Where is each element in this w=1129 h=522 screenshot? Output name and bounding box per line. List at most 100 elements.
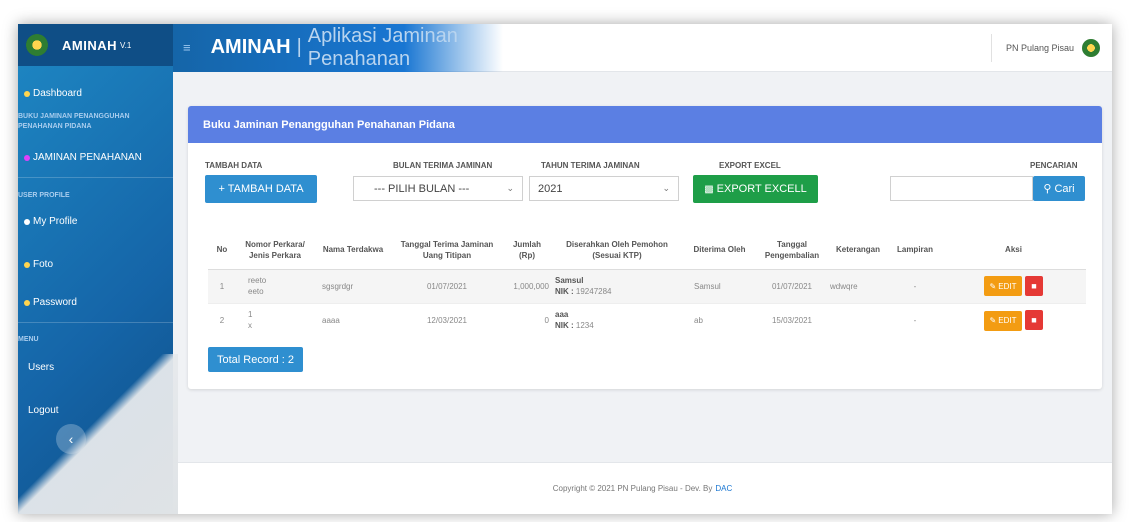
col-header-keterangan: Keterangan [827,231,889,270]
chevron-down-icon: ⌄ [662,183,670,193]
cell-lampiran: - [889,302,941,337]
excel-file-icon: ▩ [704,183,714,195]
sidebar-header-label: USER PROFILE [18,192,70,199]
delete-button[interactable]: ■ [1025,310,1043,330]
nik-value: 19247284 [575,287,612,296]
dashboard-icon [24,90,30,97]
cell-jumlah: 1,000,000 [502,268,552,303]
edit-icon: ✎ [989,316,997,325]
sidebar-item-logout[interactable]: Logout [18,405,173,416]
col-header-aksi: Aksi [941,231,1086,270]
navbar-title-area: ≡ AMINAH | Aplikasi Jaminan Penahanan [173,24,503,72]
nomor-perkara: 1 [248,310,253,320]
pemohon-name: Samsul [555,276,584,285]
sidebar-item-label: Users [28,362,55,373]
nomor-perkara: reeto [248,276,267,285]
bulan-select[interactable]: --- PILIH BULAN --- ⌄ [353,176,523,201]
cell-no: 1 [208,268,236,303]
cell-aksi: ✎ EDIT ■ [941,302,1086,337]
nik-label: NIK : [555,321,574,331]
cell-diterima: ab [682,302,757,337]
tahun-select-value: 2021 [538,182,563,195]
sidebar-item-dashboard[interactable]: Dashboard [18,88,173,99]
sidebar-header-label: MENU [18,336,39,343]
search-button-label: Cari [1054,182,1075,195]
bulan-label: BULAN TERIMA JAMINAN [393,161,493,170]
search-input[interactable] [890,176,1033,201]
brand-name: AMINAH [62,37,117,53]
brand-version: V.1 [120,40,132,50]
export-excel-button[interactable]: ▩ EXPORT EXCELL [693,175,818,203]
cell-aksi: ✎ EDIT ■ [941,268,1086,303]
edit-button[interactable]: ✎ EDIT [984,310,1022,331]
edit-label: EDIT [998,281,1017,291]
sidebar-item-label: My Profile [33,216,78,227]
sidebar-header-menu: MENU [18,336,173,343]
export-button-label: EXPORT EXCELL [716,183,807,195]
delete-button[interactable]: ■ [1025,275,1043,296]
trash-icon: ■ [1031,280,1037,291]
sidebar-item-users[interactable]: Users [18,362,173,373]
col-header-tanggal-terima: Tanggal Terima Jaminan Uang Titipan [392,231,502,270]
brand[interactable]: AMINAH V.1 [18,24,173,66]
search-button[interactable]: ⚲ Cari [1033,176,1085,201]
edit-button[interactable]: ✎ EDIT [984,276,1022,297]
hamburger-menu-icon[interactable]: ≡ [183,40,191,55]
sidebar-header-buku: BUKU JAMINAN PENANGGUHAN PENAHANAN PIDAN… [18,112,168,132]
trash-icon: ■ [1031,315,1037,325]
user-menu[interactable]: PN Pulang Pisau [990,33,1112,62]
brand-logo-icon [26,34,48,56]
pemohon-name: aaa [555,310,569,320]
col-header-jumlah: Jumlah (Rp) [502,231,552,270]
chevron-down-icon: ⌄ [506,183,514,193]
card-title: Buku Jaminan Penangguhan Penahanan Pidan… [188,106,1102,143]
tambah-data-button[interactable]: + TAMBAH DATA [205,175,317,203]
app-name: AMINAH [210,36,291,58]
sidebar-item-label: Password [33,297,77,308]
cell-nomor: 1 x [236,302,314,337]
sidebar-collapse-button[interactable]: ‹ [56,424,86,454]
edit-icon: ✎ [989,281,997,291]
sidebar-divider [18,177,173,178]
sidebar-divider [18,322,173,323]
jaminan-card: Buku Jaminan Penangguhan Penahanan Pidan… [188,106,1102,389]
sidebar-item-password[interactable]: Password [18,297,173,308]
col-header-tanggal-kembali: Tanggal Pengembalian [757,231,827,270]
sidebar-item-my-profile[interactable]: My Profile [18,216,173,227]
cell-terdakwa: sgsgrdgr [314,268,392,303]
table-row: 1 reeto eeto sgsgrdgr 01/07/2021 1,000,0… [208,268,1086,303]
cell-tanggal-terima: 01/07/2021 [392,268,502,303]
jaminan-table: No Nomor Perkara/ Jenis Perkara Nama Ter… [208,231,1086,337]
pemohon-nik: NIK : 1234 [555,320,679,331]
cell-tanggal-terima: 12/03/2021 [392,302,502,337]
cell-jumlah: 0 [502,302,552,337]
footer: Copyright © 2021 PN Pulang Pisau - Dev. … [173,462,1112,514]
export-label: EXPORT EXCEL [719,161,781,170]
sidebar-item-label: Logout [28,405,59,416]
jaminan-icon [24,154,30,161]
sidebar-item-label: Foto [33,259,54,270]
cell-lampiran: - [889,268,941,303]
sidebar-item-foto[interactable]: Foto [18,259,173,270]
sidebar-header-label: BUKU JAMINAN PENANGGUHAN PENAHANAN PIDAN… [18,113,130,130]
dev-link[interactable]: DAC [715,484,732,493]
col-header-pemohon: Diserahkan Oleh Pemohon (Sesuai KTP) [552,231,682,270]
bulan-select-value: --- PILIH BULAN --- [374,182,470,195]
sidebar-item-label: JAMINAN PENAHANAN [33,152,142,163]
foto-icon [24,261,30,268]
col-header-diterima: Diterima Oleh [682,231,757,270]
tahun-select[interactable]: 2021 ⌄ [529,176,679,201]
cell-nomor: reeto eeto [236,268,314,303]
title-separator: | [296,36,302,58]
sidebar-item-jaminan[interactable]: JAMINAN PENAHANAN [18,152,173,163]
table-header-row: No Nomor Perkara/ Jenis Perkara Nama Ter… [208,231,1086,270]
sidebar-header-profile: USER PROFILE [18,192,173,199]
password-icon [24,299,30,306]
cell-pemohon: Samsul NIK : 19247284 [552,268,682,303]
col-header-terdakwa: Nama Terdakwa [314,231,392,270]
user-name: PN Pulang Pisau [1005,42,1074,53]
total-record-badge: Total Record : 2 [208,347,304,372]
table-row: 2 1 x aaaa 12/03/2021 0 aaa NIK : 1234 a… [208,302,1086,337]
nik-value: 1234 [575,321,594,331]
col-header-lampiran: Lampiran [889,231,941,270]
